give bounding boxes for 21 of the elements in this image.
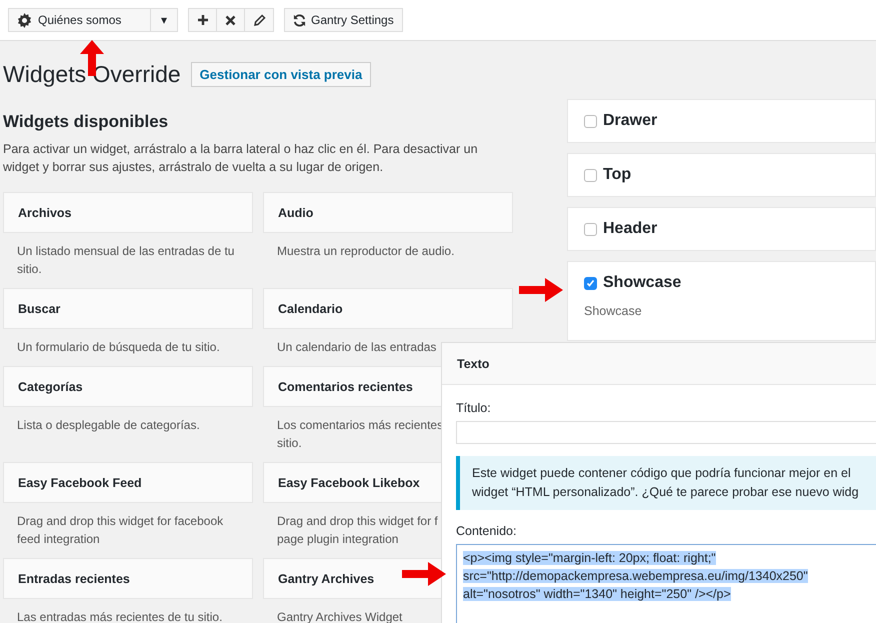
widget-description: Los comentarios más recientes sitio. bbox=[276, 417, 444, 452]
widget-description: Lista o desplegable de categorías. bbox=[16, 417, 201, 434]
sidebar-name: Drawer bbox=[603, 112, 658, 130]
sidebar-name: Showcase bbox=[603, 274, 682, 292]
select-text: Quiénes somos bbox=[38, 13, 122, 27]
widget-description: Drag and drop this widget for f page plugin integration bbox=[276, 513, 439, 548]
page-title: Widgets Override bbox=[3, 61, 181, 88]
sidebar-subtitle: Showcase bbox=[584, 304, 643, 320]
editor-title: Texto bbox=[442, 343, 876, 385]
notice-text: Este widget puede contener código que podría funcionar mejor en el widget “HTML personalizado”. ¿Qué te parece probar ese nuevo widg bbox=[456, 456, 876, 510]
sidebar-name: Header bbox=[603, 220, 658, 238]
intro-text: Para activar un widget, arrástralo a la barra lateral o haz clic en él. Para desactivar un widget y borrar sus ajustes, arrástralo de vuelta a su lugar de origen. bbox=[3, 141, 479, 176]
widget-description: Drag and drop this widget for facebook feed integration bbox=[16, 513, 224, 548]
widget-description: Las entradas más recientes de tu sitio. bbox=[16, 609, 224, 623]
sidebar-name: Top bbox=[603, 166, 632, 184]
widget-description: Un listado mensual de las entradas de tu sitio. bbox=[16, 243, 236, 278]
widget-description: Un calendario de las entradas bbox=[276, 339, 438, 356]
section-heading: Widgets disponibles bbox=[3, 112, 170, 132]
widget-description: Muestra un reproductor de audio. bbox=[276, 243, 456, 260]
widget-description: Un formulario de búsqueda de tu sitio. bbox=[16, 339, 221, 356]
field-label: Contenido: bbox=[456, 524, 518, 538]
